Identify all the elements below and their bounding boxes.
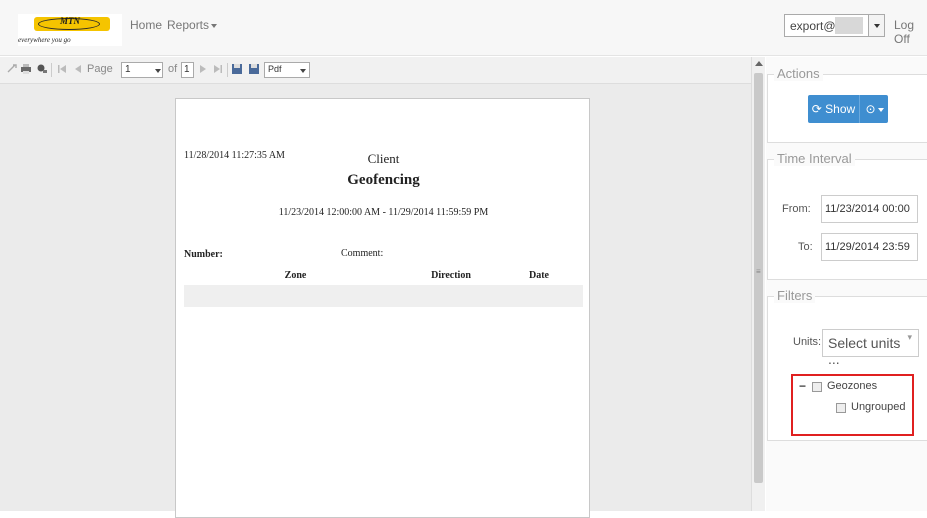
chevron-down-icon — [877, 107, 884, 112]
scroll-up-icon[interactable] — [755, 61, 763, 66]
logo-brand: MTN — [60, 16, 80, 26]
to-date-value: 11/29/2014 23:59 — [825, 241, 910, 253]
chevron-down-icon — [211, 23, 218, 28]
refresh-icon: ⟳ — [811, 102, 826, 116]
from-date-value: 11/23/2014 00:00 — [825, 203, 910, 215]
report-date-range: 11/23/2014 12:00:00 AM - 11/29/2014 11:5… — [278, 207, 489, 218]
total-pages-value: 1 — [184, 64, 190, 75]
export-icon[interactable] — [248, 63, 260, 75]
save-icon[interactable] — [231, 63, 243, 75]
previous-page-icon[interactable] — [72, 63, 84, 75]
chevron-down-icon — [868, 15, 884, 36]
nav-reports-menu[interactable]: Reports — [167, 18, 218, 32]
units-select[interactable]: Select units ... ▾ — [822, 329, 919, 367]
show-button[interactable]: ⟳ Show — [808, 95, 860, 123]
grip-icon: ≡ — [756, 267, 761, 276]
show-button-label: Show — [825, 102, 856, 116]
mtn-logo[interactable]: MTN everywhere you go — [18, 14, 122, 46]
show-options-button[interactable]: ⊙ — [861, 95, 888, 123]
report-table-header: Zone Direction Date — [184, 267, 583, 284]
column-zone: Zone — [284, 270, 307, 281]
report-page: 11/28/2014 11:27:35 AM Client Geofencing… — [175, 98, 590, 518]
report-title: Geofencing — [347, 172, 420, 188]
top-navbar: MTN everywhere you go Home Reports expor… — [0, 0, 927, 56]
nav-home-link[interactable]: Home — [130, 18, 162, 32]
nav-reports-label: Reports — [167, 18, 210, 32]
logo-tagline: everywhere you go — [18, 36, 71, 44]
print-icon[interactable] — [20, 63, 32, 75]
table-row — [184, 285, 583, 307]
geozones-checkbox[interactable] — [812, 382, 822, 392]
to-label: To: — [798, 241, 813, 253]
scrollbar-thumb[interactable] — [754, 73, 763, 483]
report-viewer-toolbar: Page 1 of 1 Pdf — [0, 57, 751, 84]
user-redacted — [835, 17, 863, 34]
last-page-icon[interactable] — [212, 63, 224, 75]
of-label: of — [168, 63, 178, 75]
next-page-icon[interactable] — [197, 63, 209, 75]
toolbar-divider — [227, 63, 228, 77]
report-viewport: 11/28/2014 11:27:35 AM Client Geofencing… — [0, 84, 751, 518]
settings-icon: ⊙ — [865, 102, 876, 116]
vertical-scrollbar[interactable]: ≡ — [751, 57, 765, 511]
export-format-value: Pdf — [268, 64, 282, 74]
user-select-value: export@ — [790, 19, 836, 33]
toolbar-divider — [51, 63, 52, 77]
logoff-link[interactable]: Log Off — [894, 18, 927, 46]
time-interval-legend: Time Interval — [774, 151, 855, 166]
find-icon[interactable] — [36, 63, 48, 75]
side-panel: Actions ⟳ Show ⊙ Time Interval From: 11/… — [766, 57, 927, 511]
report-client: Client — [367, 151, 400, 166]
actions-legend: Actions — [774, 66, 823, 81]
from-date-input[interactable]: 11/23/2014 00:00 — [821, 195, 918, 223]
filters-legend: Filters — [774, 288, 816, 303]
column-date: Date — [529, 270, 549, 281]
report-comment-label: Comment: — [341, 248, 384, 259]
tree-child-label: Ungrouped — [851, 401, 906, 413]
report-number-label: Number: — [184, 249, 223, 260]
first-page-icon[interactable] — [56, 63, 68, 75]
show-button-group: ⟳ Show ⊙ — [808, 95, 888, 123]
total-pages: 1 — [181, 62, 194, 78]
tree-root-label: Geozones — [827, 380, 878, 392]
to-date-input[interactable]: 11/29/2014 23:59 — [821, 233, 918, 261]
units-label: Units: — [793, 336, 822, 348]
geozone-tree-highlight: − Geozones Ungrouped — [791, 374, 914, 436]
chevron-down-icon — [155, 69, 161, 73]
user-select[interactable]: export@ — [784, 14, 885, 37]
refresh-icon[interactable] — [6, 63, 18, 75]
collapse-icon[interactable]: − — [799, 379, 806, 393]
ungrouped-checkbox[interactable] — [836, 403, 846, 413]
column-direction: Direction — [431, 270, 471, 281]
chevron-down-icon: ▾ — [907, 332, 912, 342]
page-number-value: 1 — [125, 64, 131, 75]
chevron-down-icon — [300, 69, 306, 73]
page-label: Page — [87, 63, 113, 75]
from-label: From: — [782, 203, 811, 215]
